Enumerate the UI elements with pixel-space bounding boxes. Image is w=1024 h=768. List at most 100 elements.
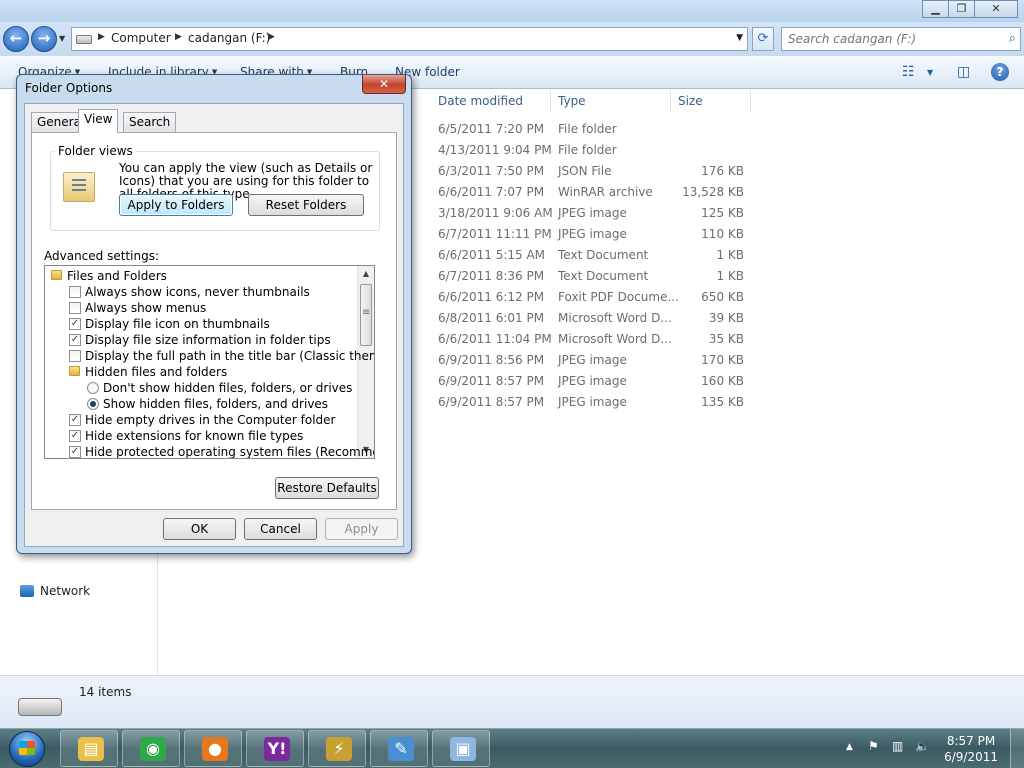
show-desktop-button[interactable] <box>1010 729 1024 768</box>
setting-row[interactable]: ✓ Display file size information in folder… <box>45 332 355 348</box>
taskbar-windows-explorer[interactable]: ▤ <box>60 730 118 767</box>
taskbar-folder-options[interactable]: ▣ <box>432 730 490 767</box>
window-controls: ▁ ❐ ✕ <box>922 0 1018 18</box>
maximize-button[interactable]: ❐ <box>948 0 975 18</box>
file-type: JPEG image <box>558 227 627 241</box>
cancel-button[interactable]: Cancel <box>244 518 317 540</box>
breadcrumb-drive[interactable]: cadangan (F:) <box>188 31 270 45</box>
file-row[interactable]: 6/3/2011 7:50 PM JSON File 176 KB <box>430 161 760 182</box>
file-date: 6/9/2011 8:57 PM <box>438 374 545 388</box>
checkbox-unchecked[interactable] <box>69 286 81 298</box>
action-center-flag-icon[interactable]: ⚑ <box>868 739 879 753</box>
checkbox-checked[interactable]: ✓ <box>69 334 81 346</box>
advanced-settings-list[interactable]: ▲ ▼ Files and FoldersAlways show icons, … <box>44 265 375 459</box>
setting-label: Files and Folders <box>67 269 167 283</box>
details-pane: 14 items <box>0 675 1024 728</box>
checkbox-unchecked[interactable] <box>69 302 81 314</box>
taskbar-firefox[interactable]: ● <box>184 730 242 767</box>
breadcrumb-arrow-icon[interactable]: ▶ <box>175 32 182 42</box>
checkbox-checked[interactable]: ✓ <box>69 430 81 442</box>
file-row[interactable]: 6/6/2011 11:04 PM Microsoft Word D... 35 K… <box>430 329 760 350</box>
setting-row[interactable]: Don't show hidden files, folders, or dri… <box>45 380 355 396</box>
network-label: Network <box>40 584 91 598</box>
setting-row[interactable]: ✓ Hide extensions for known file types <box>45 428 355 444</box>
forward-button[interactable]: → <box>31 26 57 52</box>
breadcrumb-arrow-icon[interactable]: ▶ <box>268 32 275 42</box>
radio-selected[interactable] <box>87 398 99 410</box>
refresh-button[interactable]: ⟳ <box>752 27 774 51</box>
column-date-modified[interactable]: Date modified <box>438 94 523 108</box>
column-divider[interactable] <box>670 90 671 112</box>
show-hidden-icons-icon[interactable]: ▲ <box>846 742 853 752</box>
checkbox-checked[interactable]: ✓ <box>69 414 81 426</box>
radio-unselected[interactable] <box>87 382 99 394</box>
file-row[interactable]: 3/18/2011 9:06 AM JPEG image 125 KB <box>430 203 760 224</box>
setting-row[interactable]: Show hidden files, folders, and drives <box>45 396 355 412</box>
setting-row: Hidden files and folders <box>45 364 355 380</box>
help-icon[interactable]: ? <box>991 63 1009 81</box>
search-box[interactable]: ⌕ <box>781 27 1021 51</box>
network-tray-icon[interactable]: ▥ <box>892 739 903 753</box>
checkbox-checked[interactable]: ✓ <box>69 318 81 330</box>
address-bar[interactable]: ▶ Computer ▶ cadangan (F:) ▶ ▼ <box>71 27 748 51</box>
file-row[interactable]: 6/5/2011 7:20 PM File folder <box>430 119 760 140</box>
scroll-up-icon[interactable]: ▲ <box>358 266 374 282</box>
file-row[interactable]: 6/9/2011 8:57 PM JPEG image 135 KB <box>430 392 760 413</box>
restore-defaults-button[interactable]: Restore Defaults <box>275 477 379 499</box>
ok-button[interactable]: OK <box>163 518 236 540</box>
dialog-close-button[interactable]: ✕ <box>362 75 406 94</box>
breadcrumb-computer[interactable]: Computer <box>111 31 171 45</box>
file-row[interactable]: 6/8/2011 6:01 PM Microsoft Word D... 39 KB <box>430 308 760 329</box>
view-options-icon[interactable]: ☷ <box>902 64 915 80</box>
back-button[interactable]: ← <box>3 26 29 52</box>
recent-pages-dropdown-icon[interactable]: ▼ <box>59 34 65 43</box>
winamp-icon: ⚡ <box>326 737 352 761</box>
setting-row[interactable]: ✓ Display file icon on thumbnails <box>45 316 355 332</box>
checkbox-unchecked[interactable] <box>69 350 81 362</box>
reset-folders-button[interactable]: Reset Folders <box>248 194 364 216</box>
file-row[interactable]: 6/7/2011 11:11 PM JPEG image 110 KB <box>430 224 760 245</box>
setting-row[interactable]: ✓ Hide protected operating system files (… <box>45 444 374 458</box>
file-date: 6/9/2011 8:56 PM <box>438 353 545 367</box>
setting-row[interactable]: ✓ Hide empty drives in the Computer folde… <box>45 412 355 428</box>
setting-row[interactable]: Always show menus <box>45 300 355 316</box>
apply-to-folders-button[interactable]: Apply to Folders <box>119 194 233 216</box>
setting-row[interactable]: Always show icons, never thumbnails <box>45 284 355 300</box>
volume-icon[interactable]: 🔈 <box>915 739 930 753</box>
window-close-button[interactable]: ✕ <box>974 0 1018 18</box>
taskbar-paint[interactable]: ✎ <box>370 730 428 767</box>
column-type[interactable]: Type <box>558 94 586 108</box>
file-type: File folder <box>558 143 617 157</box>
column-divider[interactable] <box>550 90 551 112</box>
search-icon[interactable]: ⌕ <box>1009 31 1016 46</box>
file-row[interactable]: 4/13/2011 9:04 PM File folder <box>430 140 760 161</box>
tab-view[interactable]: View <box>78 109 119 133</box>
file-size: 39 KB <box>708 311 744 325</box>
taskbar-green-app[interactable]: ◉ <box>122 730 180 767</box>
search-input[interactable] <box>788 31 998 47</box>
clock[interactable]: 8:57 PM 6/9/2011 <box>944 733 998 765</box>
file-row[interactable]: 6/6/2011 6:12 PM Foxit PDF Docume... 650 K… <box>430 287 760 308</box>
file-row[interactable]: 6/6/2011 7:07 PM WinRAR archive 13,528 KB <box>430 182 760 203</box>
breadcrumb-arrow-icon[interactable]: ▶ <box>98 32 105 42</box>
address-dropdown-icon[interactable]: ▼ <box>736 33 743 43</box>
taskbar-yahoo-messenger[interactable]: Y! <box>246 730 304 767</box>
file-row[interactable]: 6/9/2011 8:57 PM JPEG image 160 KB <box>430 371 760 392</box>
nav-item-network[interactable]: Network <box>20 584 90 598</box>
tab-search[interactable]: Search <box>123 112 177 132</box>
file-row[interactable]: 6/6/2011 5:15 AM Text Document 1 KB <box>430 245 760 266</box>
column-divider[interactable] <box>750 90 751 112</box>
preview-pane-icon[interactable]: ◫ <box>957 64 970 80</box>
scrollbar-thumb[interactable] <box>360 284 372 346</box>
start-button[interactable] <box>2 730 54 768</box>
taskbar-winamp[interactable]: ⚡ <box>308 730 366 767</box>
file-row[interactable]: 6/7/2011 8:36 PM Text Document 1 KB <box>430 266 760 287</box>
file-row[interactable]: 6/9/2011 8:56 PM JPEG image 170 KB <box>430 350 760 371</box>
apply-button[interactable]: Apply <box>325 518 398 540</box>
view-dropdown-icon[interactable]: ▼ <box>927 68 933 77</box>
setting-row[interactable]: Display the full path in the title bar (… <box>45 348 374 364</box>
column-size[interactable]: Size <box>678 94 703 108</box>
setting-label: Display the full path in the title bar (… <box>85 349 374 363</box>
checkbox-checked[interactable]: ✓ <box>69 446 81 458</box>
minimize-button[interactable]: ▁ <box>922 0 949 18</box>
